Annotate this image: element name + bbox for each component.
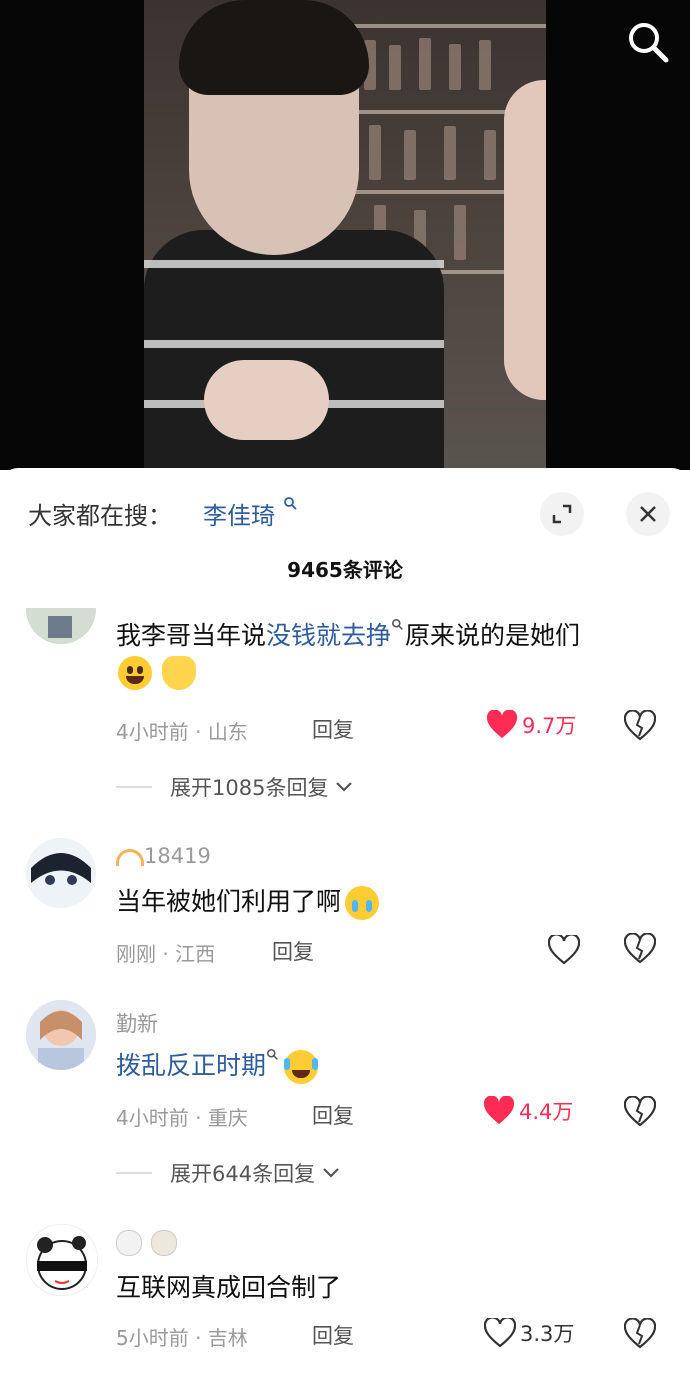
chevron-down-icon <box>323 1168 339 1178</box>
sheep-icon <box>116 1230 142 1256</box>
avatar[interactable] <box>26 1224 98 1296</box>
broken-heart-icon[interactable] <box>624 1096 656 1128</box>
crying-emoji-icon <box>345 886 380 920</box>
comment-username[interactable]: 勤新 <box>116 1008 158 1038</box>
ok-hand-emoji-icon <box>161 656 196 690</box>
reply-button[interactable]: 回复 <box>312 1320 354 1350</box>
reply-button[interactable]: 回复 <box>312 714 354 744</box>
comment-meta: 4小时前 · 重庆 <box>116 1106 248 1130</box>
avatar[interactable] <box>26 1000 96 1070</box>
heart-icon <box>483 1096 515 1124</box>
video-player[interactable] <box>0 0 690 470</box>
reply-button[interactable]: 回复 <box>272 936 314 966</box>
expand-replies-button[interactable]: 展开644条回复 <box>116 1158 341 1188</box>
expand-icon <box>552 504 572 524</box>
username-sheep-icons <box>116 1230 178 1260</box>
broken-heart-icon[interactable] <box>624 710 656 742</box>
expand-replies-button[interactable]: 展开1085条回复 <box>116 772 354 802</box>
comments-sheet: 大家都在搜： 李佳琦 9465条评论 我李哥当年说没钱就去挣 原来说的是她们 4小… <box>0 468 690 1386</box>
divider-line <box>116 786 152 788</box>
trending-term: 李佳琦 <box>203 502 275 530</box>
comment-text: 当年被她们利用了啊 <box>116 884 380 920</box>
broken-heart-icon[interactable] <box>624 1318 656 1350</box>
sheep-icon <box>151 1230 178 1256</box>
divider-line <box>116 1172 152 1174</box>
trending-label: 大家都在搜： <box>28 502 172 530</box>
comment-text: 我李哥当年说没钱就去挣 原来说的是她们 <box>116 618 676 690</box>
laughing-crying-emoji-icon <box>284 1050 319 1084</box>
rainbow-badge-icon <box>116 848 144 866</box>
comment-count: 9465条评论 <box>287 558 403 582</box>
heart-icon[interactable] <box>548 935 580 965</box>
search-small-icon <box>266 1048 278 1060</box>
comment-meta: 5小时前 · 吉林 <box>116 1326 248 1350</box>
like-button[interactable]: 9.7万 <box>486 710 576 740</box>
like-button[interactable]: 3.3万 <box>484 1318 574 1348</box>
close-icon <box>640 506 656 522</box>
comment-username[interactable]: 18419 <box>116 844 211 868</box>
video-frame <box>144 0 546 470</box>
comment-meta: 4小时前 · 山东 <box>116 720 248 744</box>
heart-icon <box>484 1318 516 1348</box>
broken-heart-icon[interactable] <box>624 933 656 965</box>
like-button[interactable]: 4.4万 <box>483 1096 573 1126</box>
chevron-down-icon <box>336 782 353 792</box>
search-small-icon <box>391 618 403 630</box>
fullscreen-button[interactable] <box>540 492 584 536</box>
close-button[interactable] <box>626 492 670 536</box>
comment-meta: 刚刚 · 江西 <box>116 942 216 966</box>
comment-search-link[interactable]: 没钱就去挣 <box>266 618 405 650</box>
avatar[interactable] <box>26 838 96 908</box>
search-small-icon <box>283 497 297 510</box>
comment-search-link[interactable]: 拨乱反正时期 <box>116 1048 280 1080</box>
search-icon <box>629 23 669 63</box>
heart-icon <box>486 710 518 738</box>
trending-term-link[interactable]: 李佳琦 <box>203 496 299 536</box>
reply-button[interactable]: 回复 <box>312 1100 354 1130</box>
comment-text: 互联网真成回合制了 <box>116 1273 342 1302</box>
comment-text: 拨乱反正时期 <box>116 1048 319 1084</box>
avatar[interactable] <box>26 608 96 644</box>
search-button[interactable] <box>624 18 672 66</box>
grin-emoji-icon <box>118 656 152 690</box>
